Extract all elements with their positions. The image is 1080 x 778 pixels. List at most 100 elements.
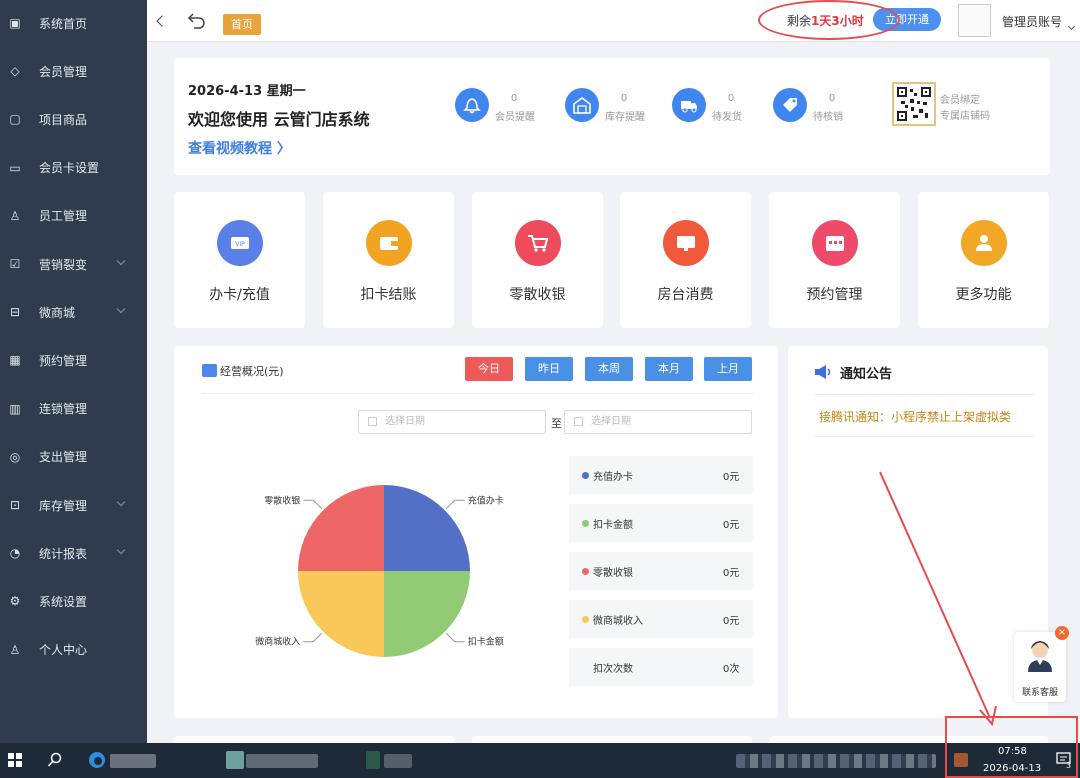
sidebar-item-label: 个人中心	[39, 643, 88, 658]
sidebar-item-13[interactable]: ♙ 个人中心	[0, 635, 147, 665]
stat-label: 会员提醒	[495, 112, 535, 123]
range-button-2[interactable]: 本周	[585, 357, 633, 381]
back-chevron-icon[interactable]	[156, 15, 168, 27]
sidebar-item-label: 连锁管理	[39, 402, 88, 417]
welcome-title: 欢迎您使用 云管门店系统	[188, 110, 370, 129]
pie-label: 扣卡金额	[468, 636, 504, 648]
schedule-icon	[812, 220, 858, 266]
sidebar-item-6[interactable]: ⊟ 微商城	[0, 297, 147, 327]
stat-count: 0	[510, 93, 518, 104]
tag-icon	[773, 88, 807, 122]
video-tutorial-link[interactable]: 查看视频教程 〉	[188, 138, 291, 158]
bell-icon	[455, 88, 489, 122]
sidebar-item-11[interactable]: ◔ 统计报表	[0, 538, 147, 568]
sidebar-item-label: 系统首页	[39, 16, 88, 31]
qr-caption-1: 会员绑定	[940, 95, 980, 106]
function-card-0[interactable]: VIP 办卡/充值	[174, 192, 305, 328]
function-card-2[interactable]: 零散收银	[472, 192, 603, 328]
notice-item[interactable]: 接腾讯通知：小程序禁止上架虚拟类	[819, 408, 1011, 425]
inventory-icon: ⊡	[9, 498, 21, 512]
sidebar-item-8[interactable]: ▥ 连锁管理	[0, 394, 147, 424]
pie-slice[interactable]	[384, 571, 470, 657]
stat-label: 待核销	[813, 112, 843, 123]
legend-value: 0元	[723, 520, 740, 531]
cart-icon	[515, 220, 561, 266]
legend-row: 扣卡金额 0元	[569, 504, 753, 542]
taskbar-app[interactable]	[110, 754, 156, 768]
stat-count: 0	[620, 93, 628, 104]
function-card-1[interactable]: 扣卡结账	[323, 192, 454, 328]
function-label: 零散收银	[509, 287, 566, 303]
sidebar-item-1[interactable]: ◇ 会员管理	[0, 56, 147, 86]
sidebar-item-label: 系统设置	[39, 594, 88, 609]
function-card-3[interactable]: 房台消费	[620, 192, 751, 328]
truck-icon	[672, 88, 706, 122]
pie-label-line	[445, 632, 465, 643]
taskbar-app[interactable]	[246, 754, 318, 768]
stat-count: 0	[828, 93, 836, 104]
home-tab[interactable]: 首页	[223, 14, 261, 35]
range-button-4[interactable]: 上月	[704, 357, 752, 381]
function-label: 办卡/充值	[209, 287, 270, 303]
business-overview-card: 经营概况(元) 今日 昨日 本周 本月 上月 选择日期 至 选择日期 充值办卡 扣卡金额微…	[174, 346, 778, 718]
pie-label: 零散收银	[264, 494, 300, 506]
sidebar-item-label: 会员卡设置	[39, 161, 100, 176]
end-date-input[interactable]: 选择日期	[564, 410, 752, 434]
admin-account[interactable]: 管理员账号	[1002, 13, 1062, 30]
chevron-down-icon[interactable]	[1067, 22, 1076, 31]
taskbar-app-icon[interactable]	[366, 751, 380, 769]
legend-row: 零散收银 0元	[569, 552, 753, 590]
sidebar-item-7[interactable]: ▦ 预约管理	[0, 345, 147, 375]
sidebar-item-label: 支出管理	[39, 450, 88, 465]
wallet-icon	[366, 220, 412, 266]
taskbar-app[interactable]	[384, 754, 412, 768]
sidebar-item-label: 会员管理	[39, 64, 88, 79]
function-card-5[interactable]: 更多功能	[918, 192, 1049, 328]
range-button-3[interactable]: 本月	[645, 357, 693, 381]
notice-card: 通知公告 接腾讯通知：小程序禁止上架虚拟类	[788, 346, 1048, 718]
legend-label: 充值办卡	[593, 472, 633, 483]
pie-slice[interactable]	[384, 485, 470, 571]
close-icon[interactable]: ×	[1055, 626, 1069, 640]
pie-slice[interactable]	[298, 571, 384, 657]
sidebar-item-0[interactable]: ▣ 系统首页	[0, 8, 147, 38]
store-icon: ⊟	[9, 305, 21, 320]
undo-icon[interactable]	[187, 10, 207, 30]
function-card-4[interactable]: 预约管理	[769, 192, 900, 328]
card-icon: ▭	[9, 160, 21, 175]
qr-code-icon[interactable]	[892, 82, 936, 126]
agent-avatar-icon	[1028, 641, 1052, 672]
top-bar: 首页 剩余1天3小时 立即开通 管理员账号	[147, 0, 1080, 42]
sidebar-item-2[interactable]: ▢ 项目商品	[0, 104, 147, 134]
sidebar-item-5[interactable]: ☑ 营销裂变	[0, 249, 147, 279]
sidebar-item-10[interactable]: ⊡ 库存管理	[0, 490, 147, 520]
stat-label: 库存提醒	[605, 112, 645, 123]
system-tray[interactable]	[736, 754, 936, 768]
sidebar-item-9[interactable]: ◎ 支出管理	[0, 442, 147, 472]
stat-count: 0	[727, 93, 735, 104]
megaphone-icon	[815, 365, 831, 379]
avatar[interactable]	[958, 4, 991, 37]
search-icon[interactable]	[47, 752, 63, 768]
taskbar-app-icon[interactable]	[226, 751, 244, 769]
svg-text:VIP: VIP	[235, 241, 245, 248]
marketing-icon: ☑	[9, 257, 21, 271]
expense-icon: ◎	[9, 449, 21, 464]
legend-label: 零散收银	[593, 568, 633, 579]
legend-label: 微商城收入	[593, 616, 643, 627]
diamond-icon: ◇	[10, 64, 20, 79]
sidebar-item-4[interactable]: ♙ 员工管理	[0, 201, 147, 231]
sidebar-item-label: 项目商品	[39, 112, 88, 127]
sidebar-item-12[interactable]: ⚙ 系统设置	[0, 586, 147, 616]
sidebar-item-3[interactable]: ▭ 会员卡设置	[0, 153, 147, 183]
more-user-icon	[961, 220, 1007, 266]
gear-icon: ⚙	[9, 594, 21, 609]
sidebar-item-label: 预约管理	[39, 353, 88, 368]
windows-start-icon[interactable]	[8, 753, 22, 767]
customer-service-widget[interactable]: × 联系客服	[1014, 626, 1069, 702]
pie-slice[interactable]	[298, 485, 384, 571]
pie-label-line	[303, 499, 323, 510]
legend-dot	[582, 616, 589, 623]
sidebar: ▣ 系统首页 ◇ 会员管理 ▢ 项目商品 ▭ 会员卡设置 ♙ 员工管理 ☑ 营销裂变 ⊟ 微商城 ▦ 预约管理…	[0, 0, 147, 743]
edge-browser-icon[interactable]	[88, 751, 106, 769]
